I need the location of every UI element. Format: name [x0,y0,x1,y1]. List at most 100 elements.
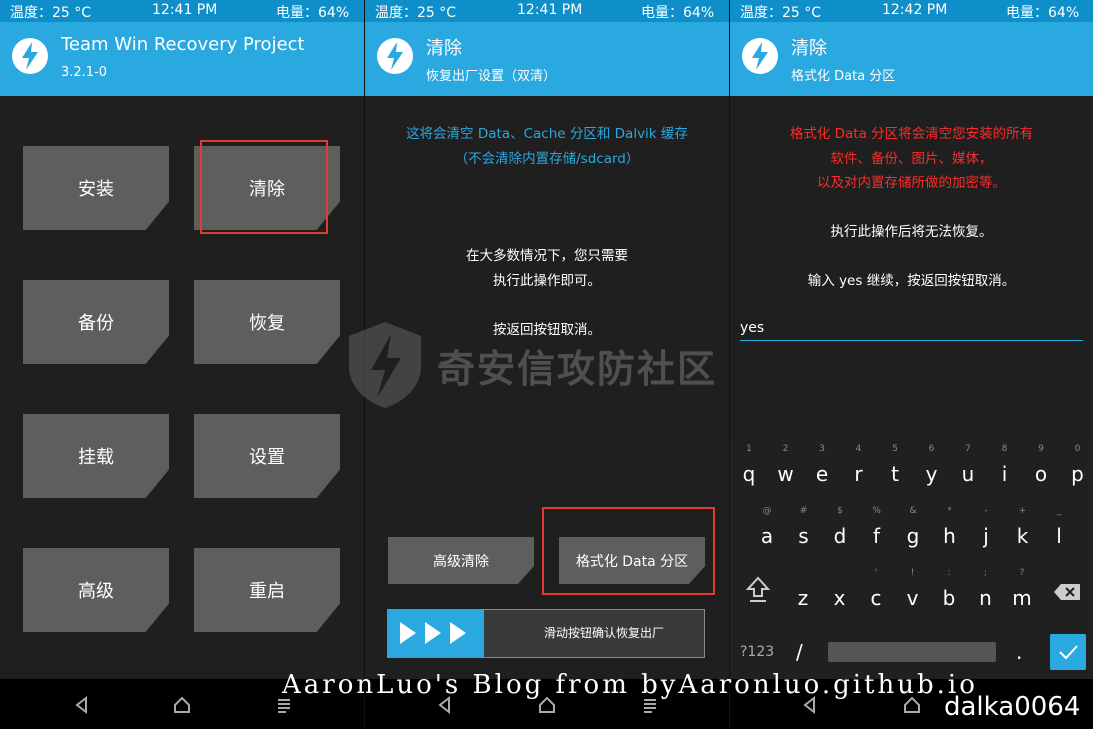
key-x[interactable]: x [825,570,855,610]
key-label: x [833,586,846,610]
backup-button[interactable]: 备份 [23,280,169,364]
key-label: z [797,586,809,610]
blog-watermark: AaronLuo's Blog from byAaronluo.github.i… [282,670,978,700]
page-subtitle: 恢复出厂设置（双清） [426,69,557,84]
enter-key[interactable] [1050,634,1086,670]
space-key[interactable] [828,642,996,662]
key-p[interactable]: 0p [1063,444,1093,486]
key-hint: ! [910,568,915,578]
key-o[interactable]: 9o [1026,444,1056,486]
key-hint: + [1018,506,1027,516]
key-hint: : [947,568,951,578]
key-c[interactable]: ' c [861,568,891,610]
slash-key[interactable]: / [796,640,803,664]
key-label: w [777,462,794,486]
key-label: s [798,524,809,548]
key-v[interactable]: ! v [898,568,928,610]
slider-handle[interactable] [388,610,484,657]
period-key[interactable]: . [1016,640,1022,664]
key-t[interactable]: 5t [880,444,910,486]
key-g[interactable]: & g [898,506,928,548]
backspace-icon[interactable] [1052,582,1082,602]
key-label: g [906,524,920,548]
key-label: a [760,524,774,548]
key-hint: * [947,506,952,516]
clock: 12:41 PM [152,2,218,18]
key-label: j [983,524,989,548]
key-label: n [979,586,992,610]
info-line: 这将会清空 Data、Cache 分区和 Dalvik 缓存 [406,126,688,142]
shift-icon[interactable] [744,574,772,604]
key-h[interactable]: * h [935,506,965,548]
check-icon [1059,645,1078,660]
key-label: o [1034,462,1048,486]
back-icon[interactable] [72,695,92,715]
main-menu-screen: 温度：25 °C 12:41 PM 电量：64% Team Win Recove… [0,0,364,729]
key-u[interactable]: 7u [953,444,983,486]
key-e[interactable]: 3e [807,444,837,486]
key-z[interactable]: z [788,570,818,610]
advanced-wipe-button[interactable]: 高级清除 [388,537,534,584]
mount-button[interactable]: 挂载 [23,414,169,498]
watermark: 奇安信攻防社区 [345,320,745,410]
settings-button[interactable]: 设置 [194,414,340,498]
temperature: 温度：25 °C [375,5,457,21]
key-hint: 8 [1001,444,1008,454]
key-q[interactable]: 1q [734,444,764,486]
key-hint: 3 [819,444,825,454]
key-s[interactable]: # s [789,506,819,548]
key-hint: # [799,506,808,516]
key-hint: 2 [782,444,789,454]
key-b[interactable]: :b [934,568,964,610]
reboot-button[interactable]: 重启 [194,548,340,632]
on-screen-keyboard: ?123 / . 1 q 2 w 3 e 4 r 5 t 6 y 7 u 8 i 9 o 0 p @ a # s $ d% f & g *… [730,436,1093,679]
key-i[interactable]: 8i [990,444,1020,486]
app-header: 清除 恢复出厂设置（双清） [365,22,729,96]
key-a[interactable]: @ a [752,506,782,548]
clock: 12:42 PM [882,2,948,18]
key-f[interactable]: % f [862,506,892,548]
key-label: r [854,462,863,486]
info-line: （不会清除内置存储/sdcard） [454,151,640,167]
swipe-to-confirm-slider[interactable]: 滑动按钮确认恢复出厂 [387,609,705,658]
key-label: i [1001,462,1008,486]
key-r[interactable]: 4r [844,444,874,486]
key-hint: % [872,506,881,516]
highlight-box [542,507,715,595]
advanced-button[interactable]: 高级 [23,548,169,632]
key-d[interactable]: $ d [825,506,855,548]
key-j[interactable]: -j [971,506,1001,548]
key-label: q [742,462,756,486]
install-button[interactable]: 安装 [23,146,169,230]
warning-line: 格式化 Data 分区将会清空您安装的所有 [789,126,1034,142]
battery: 电量：64% [276,5,350,21]
restore-button[interactable]: 恢复 [194,280,340,364]
key-label: l [1056,524,1062,548]
key-label: h [943,524,956,548]
key-m[interactable]: ? m [1007,568,1037,610]
key-label: b [942,586,956,610]
key-n[interactable]: ; n [971,568,1001,610]
app-header: Team Win Recovery Project 3.2.1-0 [0,22,364,96]
key-label: d [833,524,847,548]
key-label: c [870,586,882,610]
key-label: u [961,462,975,486]
key-label: p [1071,462,1084,486]
format-data-screen: 温度：25 °C 12:42 PM 电量：64% 清除 格式化 Data 分区 … [730,0,1093,729]
key-k[interactable]: + k [1008,506,1038,548]
key-label: m [1012,586,1032,610]
key-l[interactable]: _ l [1044,506,1074,548]
key-w[interactable]: 2w [771,444,801,486]
symbols-key[interactable]: ?123 [740,644,774,660]
page-title: Team Win Recovery Project [61,34,305,55]
message-line: 输入 yes 继续，按返回按钮取消。 [807,273,1016,289]
app-header: 清除 格式化 Data 分区 [730,22,1093,96]
key-hint: 4 [855,444,862,454]
twrp-logo-icon [742,38,778,74]
highlight-box [200,140,328,234]
home-icon[interactable] [172,695,192,715]
input-underline [740,340,1083,341]
key-hint: $ [837,506,843,516]
message-line: 执行此操作后将无法恢复。 [830,224,993,240]
key-y[interactable]: 6y [917,444,947,486]
